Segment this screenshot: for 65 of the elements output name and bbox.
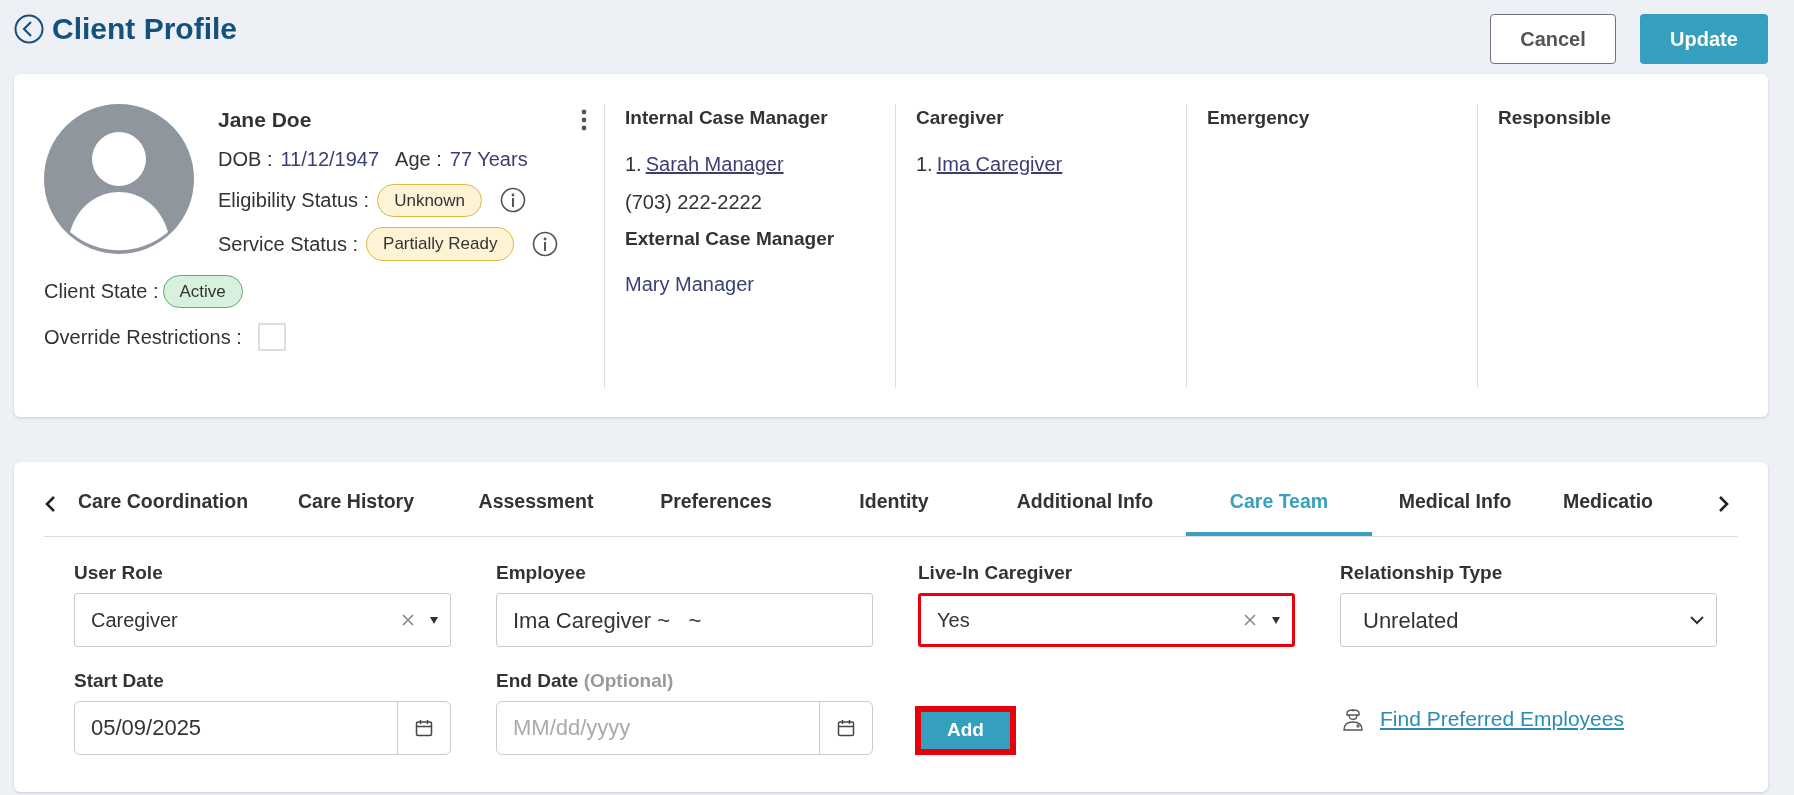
contact-link[interactable]: Sarah Manager: [645, 148, 784, 179]
status-label: Eligibility Status :: [218, 188, 370, 214]
chevron-left-icon[interactable]: [44, 495, 58, 513]
client-name: Jane Doe: [218, 107, 312, 133]
client-state-pill: Active: [162, 274, 243, 308]
select-field[interactable]: Unrelated: [1340, 593, 1717, 647]
clear-icon[interactable]: [402, 614, 414, 626]
field-label: User Role: [74, 561, 164, 585]
status-label: Service Status :: [218, 231, 359, 257]
field-label: Employee: [496, 561, 587, 585]
dob-value: 11/12/1947: [280, 146, 380, 172]
field-label: End Date: [496, 670, 579, 691]
client-state-label: Client State :: [44, 279, 159, 305]
more-options-icon[interactable]: [580, 107, 588, 132]
select-field[interactable]: Caregiver: [74, 593, 451, 647]
section-heading: Responsible: [1498, 106, 1612, 130]
section-heading: Internal Case Manager: [625, 106, 829, 130]
status-pill: Unknown: [377, 183, 483, 217]
list-number: 1.: [625, 151, 642, 177]
section-heading: Caregiver: [916, 106, 1005, 130]
tab[interactable]: Medicatio: [1538, 472, 1678, 536]
override-checkbox[interactable]: [257, 323, 286, 351]
caret-icon: [430, 616, 438, 624]
cancel-button[interactable]: Cancel: [1490, 14, 1616, 64]
phone-number: (703) 222-2222: [625, 190, 762, 213]
contact-link[interactable]: Ima Caregiver: [936, 148, 1063, 179]
page-title: Client Profile: [52, 11, 238, 47]
tab[interactable]: Assessment: [444, 472, 628, 536]
avatar-icon: [44, 104, 194, 254]
clear-icon[interactable]: [1244, 614, 1256, 626]
info-icon[interactable]: [532, 230, 559, 257]
tab[interactable]: Care Coordination: [58, 472, 268, 536]
date-field[interactable]: 05/09/2025: [74, 701, 398, 755]
field-label: Start Date: [74, 669, 165, 693]
age-label: Age :: [395, 146, 442, 172]
chevron-right-icon[interactable]: [1716, 495, 1730, 513]
tab[interactable]: Care History: [268, 472, 444, 536]
calendar-icon: [415, 719, 433, 737]
calendar-button[interactable]: [397, 701, 451, 755]
text-field[interactable]: Ima Caregiver ~ ~: [496, 593, 873, 647]
age-value: 77 Years: [449, 146, 528, 172]
dob-label: DOB :: [218, 146, 273, 172]
caret-icon: [1272, 616, 1280, 624]
tab[interactable]: Additional Info: [984, 472, 1186, 536]
section-heading: Emergency: [1207, 106, 1311, 130]
tab[interactable]: Preferences: [628, 472, 804, 536]
field-label: Relationship Type: [1340, 561, 1504, 585]
contact-name: Mary Manager: [625, 273, 754, 295]
info-icon[interactable]: [500, 187, 527, 214]
back-icon[interactable]: [14, 13, 44, 44]
status-pill: Partially Ready: [366, 227, 515, 261]
find-preferred-employees-link[interactable]: Find Preferred Employees: [1380, 703, 1624, 735]
section-heading: External Case Manager: [625, 226, 836, 251]
calendar-icon: [837, 719, 855, 737]
nurse-icon: [1342, 706, 1364, 731]
tab[interactable]: Medical Info: [1372, 472, 1538, 536]
select-field[interactable]: Yes: [918, 593, 1295, 647]
tab[interactable]: Identity: [804, 472, 984, 536]
chevron-down-icon: [1690, 615, 1704, 625]
date-field[interactable]: MM/dd/yyyy: [496, 701, 820, 755]
calendar-button[interactable]: [819, 701, 873, 755]
list-number: 1.: [916, 151, 933, 177]
field-label: Live-In Caregiver: [918, 561, 1074, 585]
optional-hint: (Optional): [583, 670, 674, 691]
override-label: Override Restrictions :: [44, 325, 242, 350]
